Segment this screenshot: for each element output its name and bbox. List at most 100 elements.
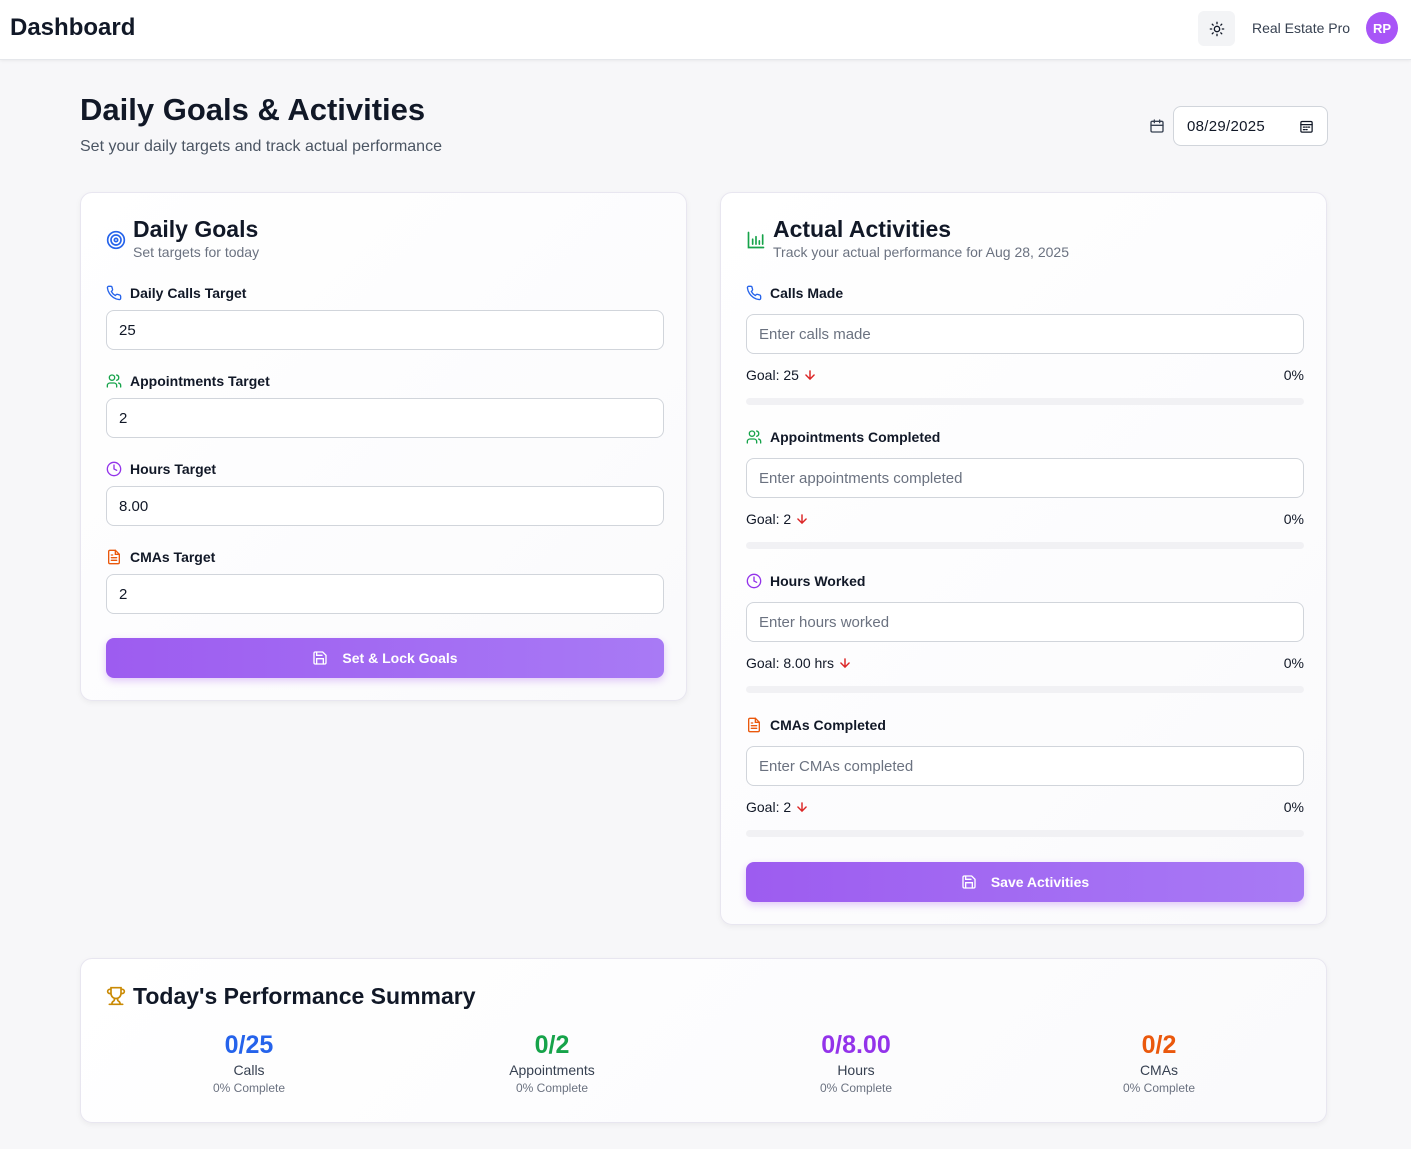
cmas-percent: 0% [1283, 799, 1304, 815]
save-icon [313, 651, 328, 665]
appointments-completed-label-text: Appointments Completed [770, 429, 941, 445]
activities-subtitle: Track your actual performance for Aug 28… [773, 244, 1069, 260]
phone-icon [106, 285, 122, 301]
calls-progress-bar [746, 398, 1304, 405]
cmas-completed-input[interactable] [746, 746, 1304, 786]
summary-cmas-name: CMAs [1139, 1062, 1179, 1078]
set-lock-goals-label: Set & Lock Goals [342, 650, 458, 666]
calls-target-input[interactable] [106, 310, 664, 350]
appointments-target-label-text: Appointments Target [130, 373, 270, 389]
hours-target-label-text: Hours Target [130, 461, 217, 477]
calls-goal-text: Goal: 25 [746, 367, 799, 383]
hours-goal-row: Goal: 8.00 hrs 0% [746, 655, 1304, 673]
summary-calls-pct: 0% Complete [212, 1081, 286, 1095]
user-name: Real Estate Pro [1252, 20, 1351, 36]
hours-worked-label: Hours Worked [746, 573, 865, 589]
clock-icon [106, 461, 122, 477]
summary-hours-pct: 0% Complete [819, 1081, 893, 1095]
hours-worked-input[interactable] [746, 602, 1304, 642]
summary-title: Today's Performance Summary [133, 983, 476, 1009]
appointments-target-label: Appointments Target [106, 373, 270, 389]
save-activities-button[interactable]: Save Activities [746, 862, 1304, 902]
save-icon [962, 875, 976, 889]
bar-chart-icon [747, 231, 765, 249]
summary-appointments-pct: 0% Complete [515, 1081, 589, 1095]
summary-calls-value: 0/25 [224, 1031, 274, 1059]
summary-hours-name: Hours [837, 1062, 875, 1078]
trophy-icon [106, 986, 126, 1006]
arrow-down-icon [797, 802, 807, 813]
calendar-icon [1150, 119, 1164, 133]
summary-cmas-value: 0/2 [1141, 1031, 1177, 1059]
summary-appointments-value: 0/2 [534, 1031, 570, 1059]
goals-title: Daily Goals [133, 216, 259, 242]
hours-progress-bar [746, 686, 1304, 693]
activities-title: Actual Activities [773, 216, 952, 242]
summary-calls: 0/25 Calls 0% Complete [129, 1031, 369, 1095]
users-icon [106, 374, 122, 388]
cmas-goal-text: Goal: 2 [746, 799, 792, 815]
summary-cmas-pct: 0% Complete [1122, 1081, 1196, 1095]
hours-target-input[interactable] [106, 486, 664, 526]
date-value: 08/29/2025 [1187, 118, 1266, 135]
appointments-completed-label: Appointments Completed [746, 429, 940, 445]
cmas-progress-bar [746, 830, 1304, 837]
arrow-down-icon [840, 658, 850, 669]
theme-toggle-button[interactable] [1198, 11, 1235, 46]
performance-summary-card: Today's Performance Summary 0/25 Calls 0… [80, 958, 1327, 1123]
clock-icon [746, 573, 762, 589]
summary-hours-value: 0/8.00 [821, 1031, 891, 1059]
hours-percent: 0% [1283, 655, 1304, 671]
cmas-completed-label: CMAs Completed [746, 717, 886, 733]
summary-appointments-name: Appointments [509, 1062, 595, 1078]
calls-percent: 0% [1283, 367, 1304, 383]
page-title: Daily Goals & Activities [80, 92, 426, 127]
file-text-icon [748, 717, 760, 733]
daily-goals-card: Daily Goals Set targets for today Daily … [80, 192, 687, 701]
appointments-percent: 0% [1283, 511, 1304, 527]
appointments-progress-bar [746, 542, 1304, 549]
cmas-target-label-text: CMAs Target [130, 549, 216, 565]
cmas-goal-row: Goal: 2 0% [746, 799, 1304, 817]
calls-made-input[interactable] [746, 314, 1304, 354]
arrow-down-icon [797, 514, 807, 525]
users-icon [746, 430, 762, 444]
calls-goal: Goal: 25 [746, 367, 817, 383]
summary-calls-name: Calls [233, 1062, 265, 1078]
calls-target-label-text: Daily Calls Target [130, 285, 247, 301]
summary-cmas: 0/2 CMAs 0% Complete [1039, 1031, 1279, 1095]
set-lock-goals-button[interactable]: Set & Lock Goals [106, 638, 664, 678]
summary-appointments: 0/2 Appointments 0% Complete [432, 1031, 672, 1095]
avatar[interactable]: RP [1366, 12, 1398, 44]
file-text-icon [108, 549, 120, 565]
appointments-completed-input[interactable] [746, 458, 1304, 498]
cmas-goal: Goal: 2 [746, 799, 809, 815]
sun-icon [1209, 21, 1224, 36]
save-activities-label: Save Activities [990, 874, 1090, 890]
hours-worked-label-text: Hours Worked [770, 573, 866, 589]
calls-made-label: Calls Made [746, 285, 843, 301]
top-bar: Dashboard Real Estate Pro RP [0, 0, 1411, 60]
cmas-target-label: CMAs Target [106, 549, 215, 565]
goals-subtitle: Set targets for today [133, 244, 260, 260]
appointments-target-input[interactable] [106, 398, 664, 438]
page-subtitle: Set your daily targets and track actual … [80, 138, 442, 155]
date-picker-input[interactable]: 08/29/2025 [1173, 106, 1328, 146]
hours-target-label: Hours Target [106, 461, 216, 477]
arrow-down-icon [805, 370, 815, 381]
calendar-picker-icon[interactable] [1299, 119, 1314, 134]
hours-goal-text: Goal: 8.00 hrs [746, 655, 834, 671]
hours-goal: Goal: 8.00 hrs [746, 655, 852, 671]
app-title: Dashboard [10, 14, 136, 41]
summary-hours: 0/8.00 Hours 0% Complete [736, 1031, 976, 1095]
cmas-target-input[interactable] [106, 574, 664, 614]
actual-activities-card: Actual Activities Track your actual perf… [720, 192, 1327, 925]
calls-made-label-text: Calls Made [770, 285, 844, 301]
appointments-goal-text: Goal: 2 [746, 511, 792, 527]
appointments-goal: Goal: 2 [746, 511, 809, 527]
appointments-goal-row: Goal: 2 0% [746, 511, 1304, 529]
calls-target-label: Daily Calls Target [106, 285, 246, 301]
calls-goal-row: Goal: 25 0% [746, 367, 1304, 385]
cmas-completed-label-text: CMAs Completed [770, 717, 886, 733]
target-icon [106, 230, 126, 250]
